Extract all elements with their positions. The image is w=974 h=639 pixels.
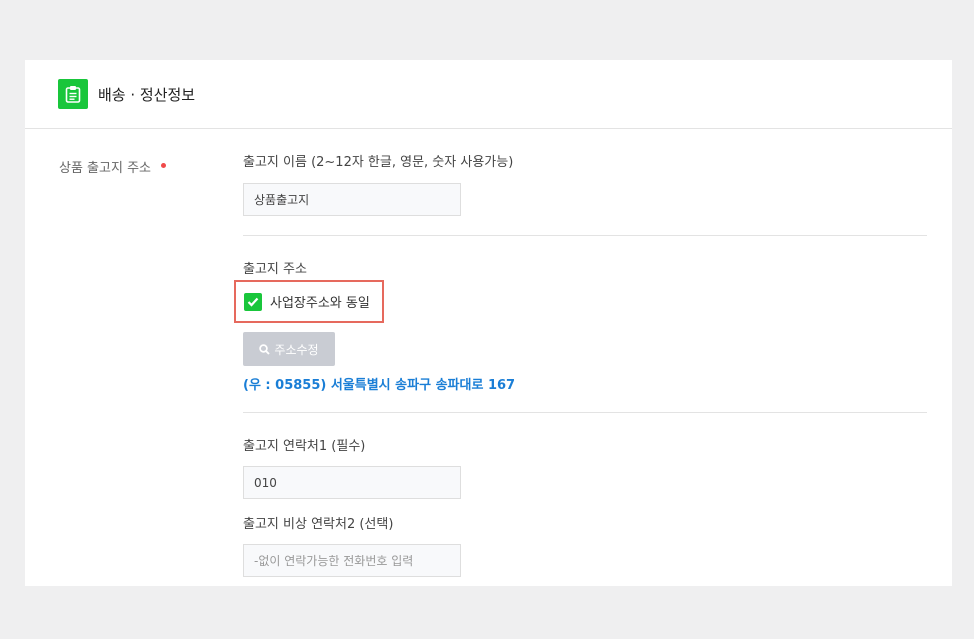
warehouse-name-section: 출고지 이름 (2~12자 한글, 영문, 숫자 사용가능) 상품출고지	[243, 151, 927, 216]
row-label: 상품 출고지 주소	[59, 157, 166, 176]
shipping-settlement-card: 배송 · 정산정보 상품 출고지 주소 출고지 이름 (2~12자 한글, 영문…	[25, 60, 952, 586]
warehouse-address-text: (우 : 05855) 서울특별시 송파구 송파대로 167	[243, 378, 516, 393]
edit-address-label: 주소수정	[274, 342, 319, 357]
card-header: 배송 · 정산정보	[25, 60, 952, 129]
warehouse-name-label: 출고지 이름 (2~12자 한글, 영문, 숫자 사용가능)	[243, 155, 514, 170]
contact1-label: 출고지 연락처1 (필수)	[243, 439, 366, 454]
divider	[243, 412, 927, 413]
divider	[243, 235, 927, 236]
warehouse-name-input[interactable]: 상품출고지	[243, 183, 461, 216]
edit-address-button[interactable]: 주소수정	[243, 332, 335, 366]
warehouse-address-label: 출고지 주소	[243, 262, 307, 277]
warehouse-address-section: 출고지 주소	[243, 258, 927, 277]
clipboard-icon	[58, 79, 88, 109]
same-as-business-checkbox-highlight[interactable]: 사업장주소와 동일	[234, 280, 384, 323]
check-icon	[247, 297, 259, 307]
contact1-input[interactable]: 010	[243, 466, 461, 499]
contact2-input[interactable]: -없이 연락가능한 전화번호 입력	[243, 544, 461, 577]
warehouse-contact-section: 출고지 연락처1 (필수) 010 출고지 비상 연락처2 (선택) -없이 연…	[243, 435, 927, 577]
row-label-text: 상품 출고지 주소	[59, 161, 151, 176]
required-indicator	[161, 163, 166, 168]
card-title: 배송 · 정산정보	[98, 85, 196, 104]
same-as-business-label: 사업장주소와 동일	[270, 296, 370, 311]
same-as-business-checkbox[interactable]	[244, 292, 262, 311]
search-icon	[259, 343, 271, 355]
contact2-label: 출고지 비상 연락처2 (선택)	[243, 517, 394, 532]
